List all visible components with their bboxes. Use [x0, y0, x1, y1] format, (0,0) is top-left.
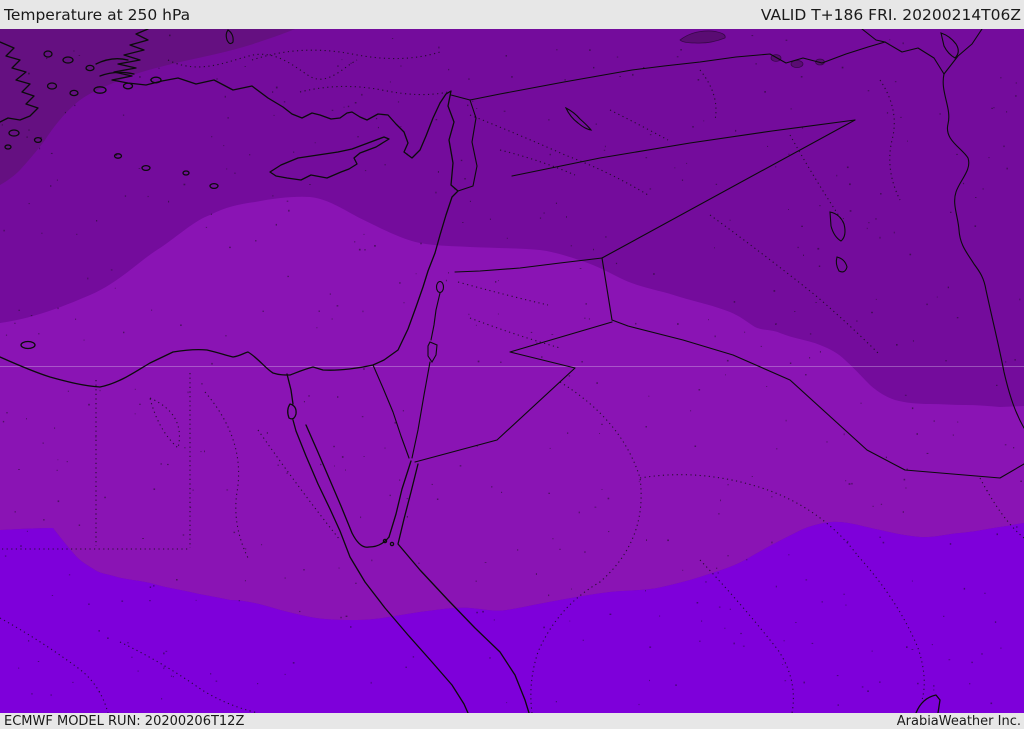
model-run-label: ECMWF MODEL RUN: 20200206T12Z — [4, 713, 245, 729]
credit-label: ArabiaWeather Inc. — [896, 713, 1021, 729]
temperature-map-canvas — [0, 29, 1024, 713]
footer-bar: ECMWF MODEL RUN: 20200206T12Z ArabiaWeat… — [0, 713, 1024, 729]
header-bar: Temperature at 250 hPa VALID T+186 FRI. … — [0, 0, 1024, 29]
map-title: Temperature at 250 hPa — [4, 5, 191, 24]
weather-map — [0, 29, 1024, 713]
valid-time-label: VALID T+186 FRI. 20200214T06Z — [760, 5, 1021, 24]
